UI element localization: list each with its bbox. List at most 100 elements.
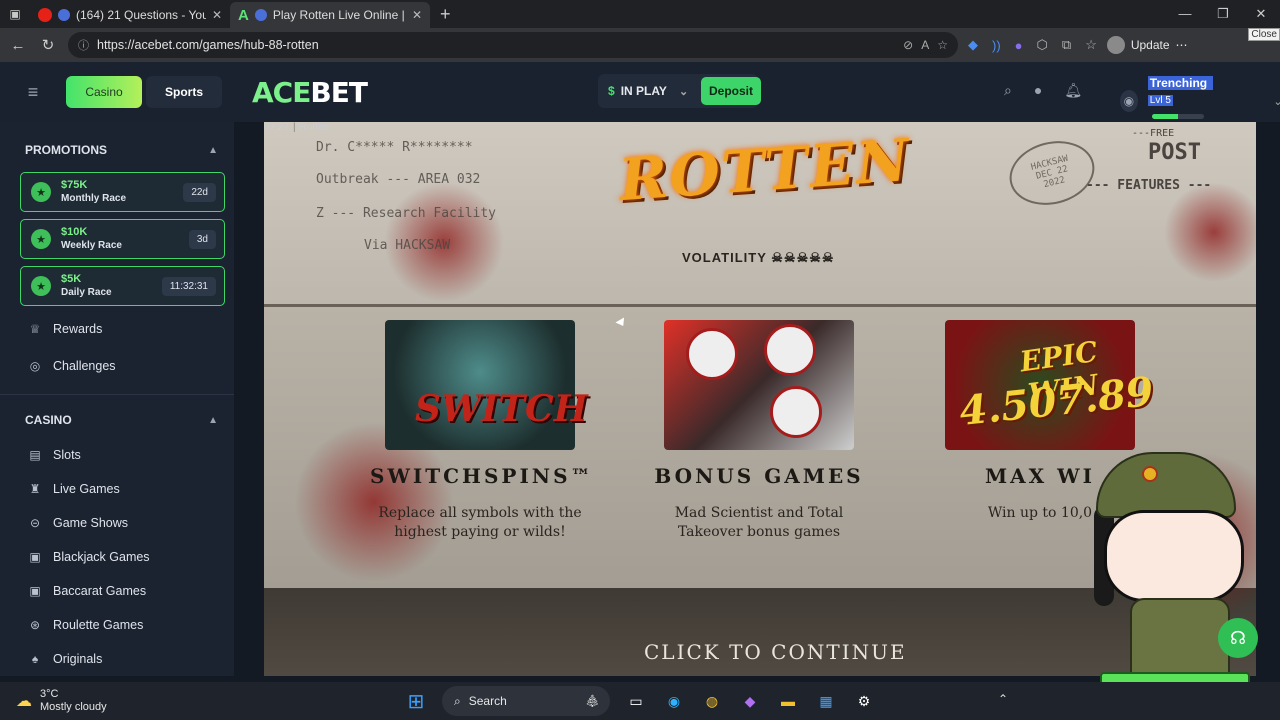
close-window-icon[interactable]: ✕ (1242, 6, 1280, 22)
url-text: https://acebet.com/games/hub-88-rotten (97, 38, 319, 52)
deposit-button[interactable]: Deposit (701, 77, 761, 105)
search-icon: ⌕ (454, 693, 461, 708)
feature-switchspins: SWITCH SWITCHSPINS™ Replace all symbols … (370, 320, 591, 542)
monthly-race-card[interactable]: ★ $75K Monthly Race 22d (20, 172, 225, 212)
reload-icon[interactable]: ↻ (38, 36, 58, 54)
tab-acebet[interactable]: A Play Rotten Live Online | Ace ✕ (230, 2, 430, 28)
level-progress-bar (1151, 114, 1204, 120)
chevron-up-icon[interactable]: ▲ (208, 145, 218, 156)
new-tab-button[interactable]: + (430, 4, 461, 25)
windows-start-icon[interactable]: ⊞ (404, 689, 428, 713)
audio-extension-icon[interactable]: )) (992, 38, 1001, 53)
trophy-icon: ♕ (29, 322, 41, 336)
favorite-star-icon[interactable]: ☆ (937, 38, 948, 52)
sidebar-item-blackjack[interactable]: ▣ Blackjack Games (0, 540, 234, 574)
file-explorer-icon[interactable]: ▬ (776, 689, 800, 713)
taskbar-search[interactable]: ⌕ Search 🎄︎ (442, 686, 610, 716)
sidebar-item-baccarat[interactable]: ▣ Baccarat Games (0, 574, 234, 608)
copilot-icon[interactable]: ◆ (738, 689, 762, 713)
weather-widget[interactable]: ☁ 3°C Mostly cloudy (0, 688, 300, 714)
in-play-label: IN PLAY (620, 84, 667, 98)
originals-icon: ♠ (31, 652, 39, 666)
update-button[interactable]: Update ⋯ (1106, 36, 1188, 54)
update-label: Update (1130, 38, 1170, 52)
search-icon[interactable]: ⌕ (1004, 82, 1012, 99)
sidebar-item-originals[interactable]: ♠ Originals (0, 642, 234, 676)
weekly-race-card[interactable]: ★ $10K Weekly Race 3d (20, 219, 225, 259)
letter-line: Via HACKSAW (364, 238, 451, 253)
sidebar-item-label: Challenges (53, 359, 116, 373)
site-info-icon[interactable]: ⓘ (78, 37, 89, 53)
avatar-face (1104, 510, 1244, 637)
minimize-icon[interactable]: — (1166, 6, 1204, 22)
close-tab-icon[interactable]: ✕ (212, 8, 222, 22)
daily-race-card[interactable]: ★ $5K Daily Race 11:32:31 (20, 266, 225, 306)
epic-win-art: EPIC WIN 4.507.89 (945, 320, 1156, 450)
clown-face (764, 324, 816, 376)
chat-icon[interactable]: ● (1034, 82, 1042, 99)
chrome-icon[interactable]: ◍ (700, 689, 724, 713)
puzzle-icon[interactable]: ⬡ (1037, 37, 1048, 53)
blood-splatter (1164, 182, 1256, 282)
settings-icon[interactable]: ⚙ (852, 689, 876, 713)
acebet-logo[interactable]: ACEBET (252, 75, 368, 109)
baccarat-icon: ▣ (29, 584, 41, 598)
site-header: ≡ Casino Sports ACEBET $ IN PLAY ⌄ Depos… (0, 62, 1280, 122)
window-menu-icon[interactable]: ▣ (0, 0, 30, 28)
notification-bell-icon[interactable]: 🔔︎ (1064, 82, 1082, 99)
acebet-favicon-icon: A (238, 6, 249, 24)
sidebar-item-live-games[interactable]: ♜ Live Games (0, 472, 234, 506)
sidebar-item-rewards[interactable]: ♕ Rewards (0, 312, 234, 346)
race-badge-icon: ★ (31, 276, 51, 296)
sidebar-item-slots[interactable]: ▤ Slots (0, 438, 234, 472)
hamburger-menu-icon[interactable]: ≡ (0, 82, 66, 103)
sports-button[interactable]: Sports (146, 76, 222, 108)
casino-button[interactable]: Casino (66, 76, 142, 108)
chevron-down-icon[interactable]: ⌄ (1273, 95, 1280, 108)
shield-extension-icon[interactable]: ◆ (968, 37, 978, 53)
edge-icon[interactable]: ◉ (662, 689, 686, 713)
chevron-up-icon[interactable]: ▲ (208, 415, 218, 426)
live-games-icon: ♜ (29, 482, 41, 496)
more-menu-icon[interactable]: ⋯ (1176, 38, 1188, 52)
extension-icon[interactable]: ● (1015, 38, 1023, 53)
race-amount: $10K (61, 226, 88, 238)
tracking-prevention-icon[interactable]: ⊘ (903, 38, 913, 52)
back-icon[interactable]: ← (8, 37, 28, 54)
support-chat-icon[interactable]: ☊ (1218, 618, 1258, 658)
user-level: Lvl 5 (1147, 95, 1173, 106)
casino-title: CASINO (25, 413, 72, 427)
race-amount: $5K (61, 273, 82, 285)
store-icon[interactable]: ▦ (814, 689, 838, 713)
system-tray-chevron-icon[interactable]: ⌃ (998, 692, 1008, 706)
read-aloud-icon[interactable]: A (921, 38, 929, 52)
chevron-down-icon: ⌄ (678, 85, 689, 98)
sidebar-item-label: Baccarat Games (53, 584, 147, 598)
clown-face (686, 328, 738, 380)
sidebar-item-game-shows[interactable]: ⊝ Game Shows (0, 506, 234, 540)
letter-line: Dr. C***** R******** (316, 140, 473, 155)
switch-art-text: SWITCH (415, 388, 588, 430)
sidebar-item-roulette[interactable]: ⊛ Roulette Games (0, 608, 234, 642)
close-tab-icon[interactable]: ✕ (412, 8, 422, 22)
windows-taskbar: ☁ 3°C Mostly cloudy ⊞ ⌕ Search 🎄︎ ▭ ◉ ◍ ◆ … (0, 682, 1280, 720)
split-screen-icon[interactable]: ⧉ (1062, 37, 1071, 53)
favorites-icon[interactable]: ☆ (1085, 37, 1097, 53)
sidebar-item-label: Game Shows (53, 516, 129, 530)
race-name: Weekly Race (61, 240, 122, 251)
user-menu[interactable]: ◉ Trenching Lvl 5 ⌄ (1120, 76, 1280, 126)
address-bar-row: ← ↻ ⓘ https://acebet.com/games/hub-88-ro… (0, 28, 1280, 62)
letter-line: Z --- Research Facility (316, 206, 497, 221)
click-to-continue[interactable]: CLICK TO CONTINUE (644, 640, 907, 664)
sidebar-item-challenges[interactable]: ◎ Challenges (0, 349, 234, 383)
url-field[interactable]: ⓘ https://acebet.com/games/hub-88-rotten… (68, 32, 958, 58)
promotions-header[interactable]: PROMOTIONS ▲ (0, 132, 234, 168)
profile-avatar[interactable] (1106, 36, 1125, 54)
logo-ace: ACE (252, 75, 311, 109)
task-view-icon[interactable]: ▭ (624, 689, 648, 713)
maximize-icon[interactable]: ❐ (1204, 6, 1242, 22)
tab-youtube[interactable]: (164) 21 Questions - YouTub ✕ (30, 2, 230, 28)
game-info-bar: 07:27 | Rotten (264, 122, 330, 133)
sidebar-item-label: Live Games (53, 482, 120, 496)
casino-header[interactable]: CASINO ▲ (0, 402, 234, 438)
